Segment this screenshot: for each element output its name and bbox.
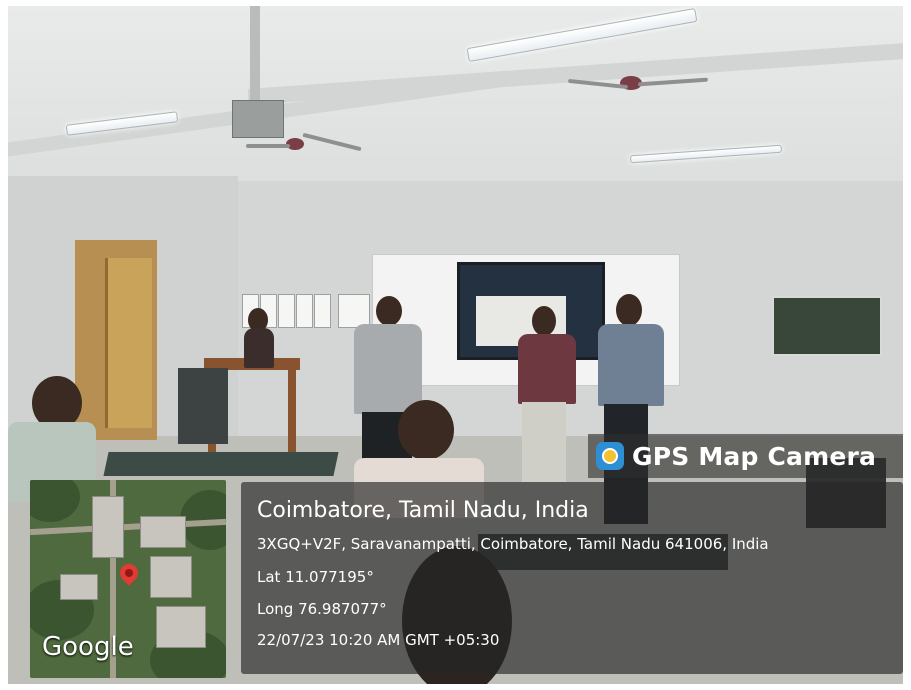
door [105,258,152,428]
wall-frame [772,296,882,356]
map-pin-icon [116,560,142,586]
google-logo: Google [42,632,134,662]
location-title: Coimbatore, Tamil Nadu, India [257,498,589,523]
notice-sheet [296,294,313,328]
gps-brand-banner: GPS Map Camera [588,434,903,478]
student-desk [103,452,339,476]
latitude-value: Lat 11.077195° [257,568,374,586]
capture-datetime: 22/07/23 10:20 AM GMT +05:30 [257,631,500,649]
location-address: 3XGQ+V2F, Saravanampatti, Coimbatore, Ta… [257,535,769,553]
gps-info-card: Coimbatore, Tamil Nadu, India 3XGQ+V2F, … [241,482,903,674]
projector-mount [250,6,260,102]
satellite-map-thumbnail: Google [30,480,226,678]
gps-brand-label: GPS Map Camera [632,441,877,471]
chair [178,368,228,444]
gps-map-camera-icon [596,442,624,470]
projector [232,100,284,138]
notice-sheet [314,294,331,328]
longitude-value: Long 76.987077° [257,600,387,618]
classroom-photo: GPS Map Camera Coimbatore, Tamil Nadu, I… [8,6,903,684]
notice-sheet [278,294,295,328]
notice-sheet [338,294,370,328]
podium-leg [288,370,296,462]
